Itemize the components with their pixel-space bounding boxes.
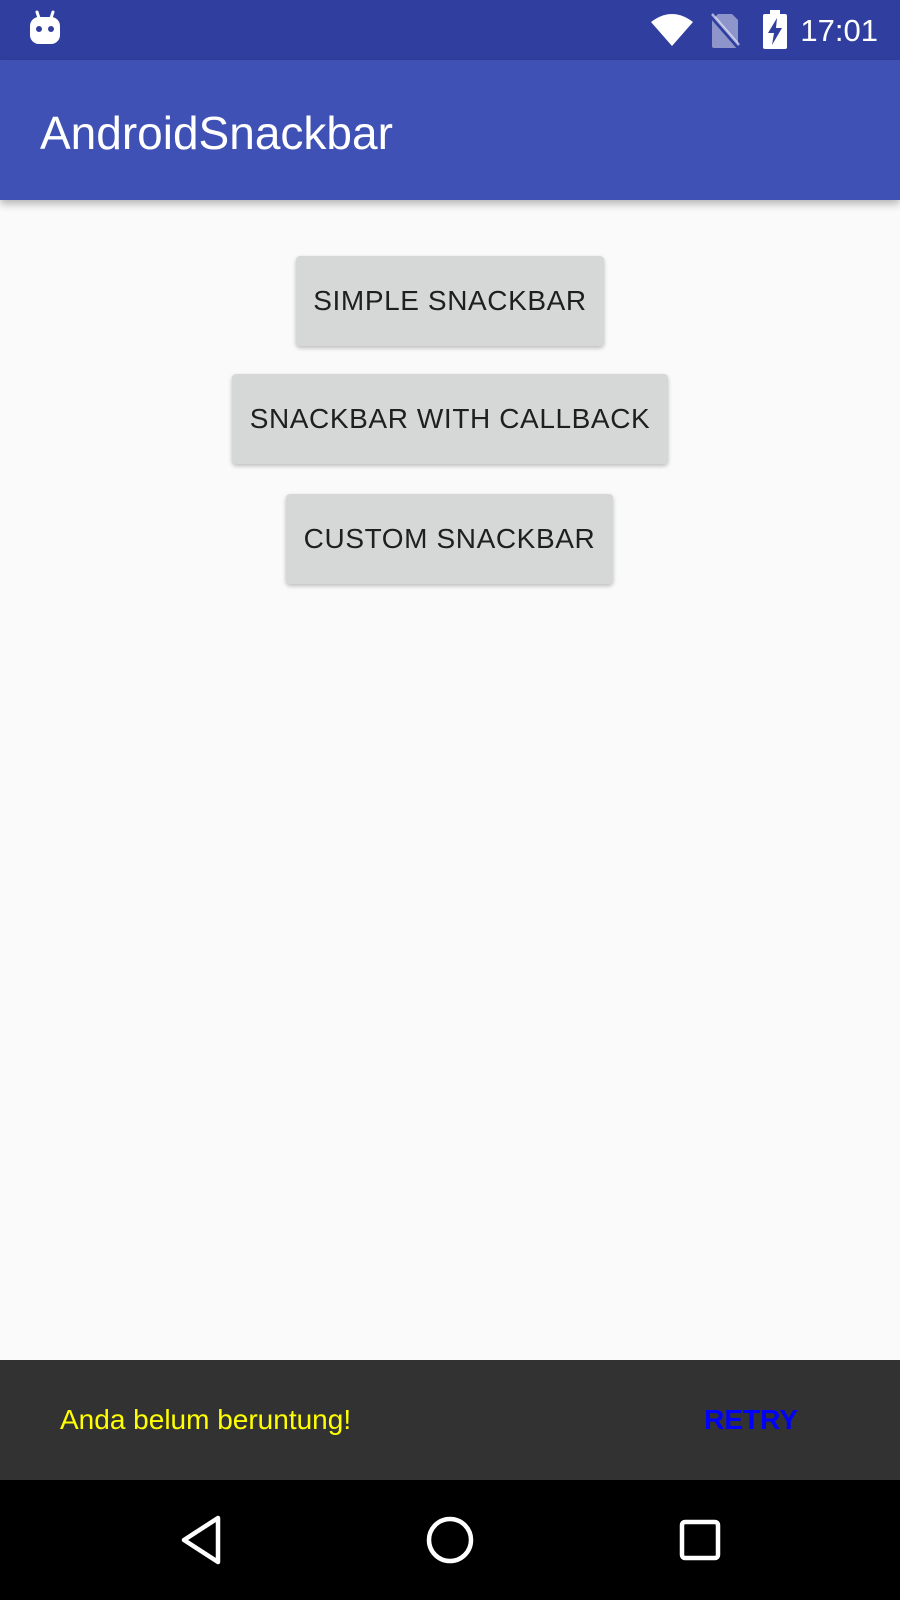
snackbar-with-callback-button[interactable]: SNACKBAR WITH CALLBACK [232,374,668,464]
back-icon[interactable] [172,1510,232,1570]
screen: 17:01 AndroidSnackbar SIMPLE SNACKBAR SN… [0,0,900,1600]
custom-snackbar-button[interactable]: CUSTOM SNACKBAR [286,494,613,584]
no-sim-icon [710,13,740,50]
snackbar-message: Anda belum beruntung! [60,1404,352,1435]
snackbar-retry-button[interactable]: RETRY [704,1402,798,1438]
android-debug-icon [30,10,60,44]
app-bar: AndroidSnackbar [0,60,900,200]
navigation-bar [0,1480,900,1600]
status-bar: 17:01 [0,0,900,60]
battery-charging-icon [763,10,787,49]
wifi-icon [651,14,693,46]
home-icon[interactable] [420,1510,480,1570]
app-title: AndroidSnackbar [40,107,393,159]
status-clock: 17:01 [800,13,878,48]
snackbar: Anda belum beruntung! RETRY [0,1360,900,1480]
recents-icon[interactable] [670,1510,730,1570]
simple-snackbar-button[interactable]: SIMPLE SNACKBAR [296,256,604,346]
